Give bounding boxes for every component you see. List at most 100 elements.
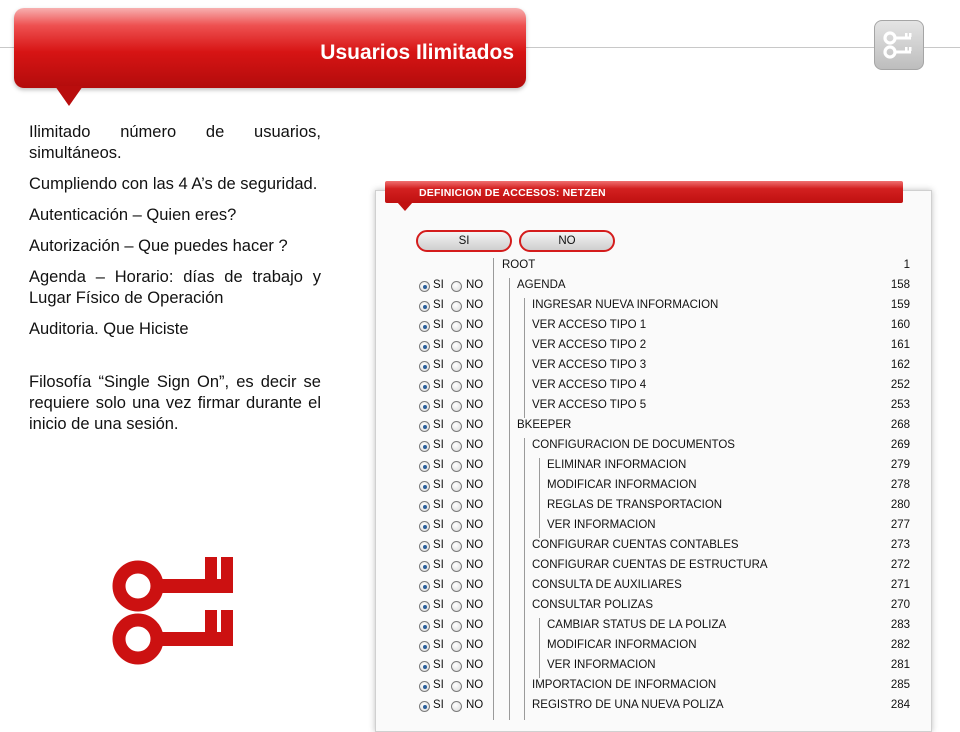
tree-row: SI NO CONSULTA DE AUXILIARES 271 (0, 578, 960, 598)
no-label: NO (466, 439, 484, 451)
si-radio[interactable] (419, 281, 430, 292)
tree-row: SI NO MODIFICAR INFORMACION 282 (0, 638, 960, 658)
tree-node-id: 270 (890, 599, 910, 611)
si-label: SI (433, 419, 444, 431)
si-radio[interactable] (419, 321, 430, 332)
no-label: NO (466, 679, 484, 691)
si-radio[interactable] (419, 681, 430, 692)
tree-node-id: 282 (890, 639, 910, 651)
tree-row: SI NO VER ACCESO TIPO 3 162 (0, 358, 960, 378)
si-radio[interactable] (419, 421, 430, 432)
no-radio[interactable] (451, 301, 462, 312)
no-label: NO (466, 659, 484, 671)
tree-node-id: 269 (890, 439, 910, 451)
tree-node-name: VER INFORMACION (547, 659, 656, 671)
tree-row: SI NO VER INFORMACION 281 (0, 658, 960, 678)
si-radio[interactable] (419, 701, 430, 712)
tree-node-name: VER ACCESO TIPO 4 (532, 379, 647, 391)
si-radio[interactable] (419, 641, 430, 652)
si-radio[interactable] (419, 341, 430, 352)
si-radio[interactable] (419, 561, 430, 572)
tree-node-name: VER ACCESO TIPO 5 (532, 399, 647, 411)
no-radio[interactable] (451, 381, 462, 392)
keys-icon (874, 20, 924, 70)
si-label: SI (433, 579, 444, 591)
si-label: SI (433, 679, 444, 691)
tree-node-name: IMPORTACION DE INFORMACION (532, 679, 717, 691)
no-label: NO (466, 279, 484, 291)
tree-node-id: 252 (890, 379, 910, 391)
si-radio[interactable] (419, 581, 430, 592)
tree-node-id: 279 (890, 459, 910, 471)
no-radio[interactable] (451, 621, 462, 632)
no-radio[interactable] (451, 481, 462, 492)
tree-node-name: VER ACCESO TIPO 1 (532, 319, 647, 331)
si-button[interactable]: SI (416, 230, 512, 252)
no-label: NO (466, 579, 484, 591)
tree-node-name: MODIFICAR INFORMACION (547, 639, 697, 651)
no-radio[interactable] (451, 541, 462, 552)
no-radio[interactable] (451, 501, 462, 512)
no-label: NO (466, 339, 484, 351)
no-radio[interactable] (451, 321, 462, 332)
no-button[interactable]: NO (519, 230, 615, 252)
si-radio[interactable] (419, 541, 430, 552)
no-radio[interactable] (451, 601, 462, 612)
tree-node-name: REGISTRO DE UNA NUEVA POLIZA (532, 699, 724, 711)
no-radio[interactable] (451, 561, 462, 572)
tree-node-id: 272 (890, 559, 910, 571)
si-radio[interactable] (419, 521, 430, 532)
no-label: NO (466, 459, 484, 471)
tree-node-name: CONFIGURACION DE DOCUMENTOS (532, 439, 735, 451)
no-label: NO (466, 499, 484, 511)
si-radio[interactable] (419, 301, 430, 312)
tree-row: SI NO CONSULTAR POLIZAS 270 (0, 598, 960, 618)
tree-row: SI NO AGENDA 158 (0, 278, 960, 298)
tree-node-id: 159 (890, 299, 910, 311)
tree-guide-line (539, 618, 540, 678)
no-label: NO (466, 519, 484, 531)
si-label: SI (433, 339, 444, 351)
tree-node-name: CONSULTA DE AUXILIARES (532, 579, 682, 591)
si-label: SI (433, 519, 444, 531)
no-radio[interactable] (451, 281, 462, 292)
tree-row: SI NO CONFIGURACION DE DOCUMENTOS 269 (0, 438, 960, 458)
si-radio[interactable] (419, 601, 430, 612)
no-radio[interactable] (451, 361, 462, 372)
si-radio[interactable] (419, 401, 430, 412)
si-label: SI (433, 439, 444, 451)
no-radio[interactable] (451, 461, 462, 472)
tree-row: SI NO BKEEPER 268 (0, 418, 960, 438)
no-label: NO (466, 399, 484, 411)
si-radio[interactable] (419, 661, 430, 672)
no-radio[interactable] (451, 661, 462, 672)
si-radio[interactable] (419, 461, 430, 472)
tree-node-id: 271 (890, 579, 910, 591)
tree-row: SI NO ELIMINAR INFORMACION 279 (0, 458, 960, 478)
si-radio[interactable] (419, 501, 430, 512)
no-radio[interactable] (451, 581, 462, 592)
no-label: NO (466, 699, 484, 711)
si-label: SI (433, 359, 444, 371)
no-radio[interactable] (451, 421, 462, 432)
no-radio[interactable] (451, 701, 462, 712)
tree-row: SI NO CONFIGURAR CUENTAS DE ESTRUCTURA 272 (0, 558, 960, 578)
si-radio[interactable] (419, 361, 430, 372)
no-radio[interactable] (451, 641, 462, 652)
tree-node-name: VER ACCESO TIPO 3 (532, 359, 647, 371)
si-radio[interactable] (419, 381, 430, 392)
no-radio[interactable] (451, 441, 462, 452)
no-radio[interactable] (451, 521, 462, 532)
si-label: SI (433, 539, 444, 551)
no-radio[interactable] (451, 341, 462, 352)
si-radio[interactable] (419, 441, 430, 452)
tree-row: SI NO CONFIGURAR CUENTAS CONTABLES 273 (0, 538, 960, 558)
si-radio[interactable] (419, 621, 430, 632)
tree-node-name: CAMBIAR STATUS DE LA POLIZA (547, 619, 727, 631)
no-radio[interactable] (451, 681, 462, 692)
tree-node-name: ROOT (502, 259, 536, 271)
no-radio[interactable] (451, 401, 462, 412)
si-radio[interactable] (419, 481, 430, 492)
tree-node-name: AGENDA (517, 279, 566, 291)
tree-row: SI NO VER ACCESO TIPO 4 252 (0, 378, 960, 398)
